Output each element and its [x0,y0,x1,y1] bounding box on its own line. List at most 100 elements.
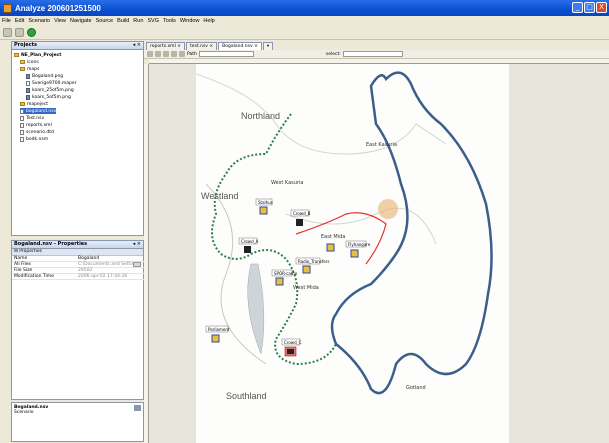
file-icon [20,136,24,142]
panel-controls-icon[interactable]: ◂ × [133,42,141,49]
unit-east-mida[interactable]: East Mida [321,234,345,252]
panel-controls-icon[interactable]: ◂ × [133,241,141,248]
tree-item[interactable]: bodk.nsm [20,136,48,142]
tree-item[interactable]: reports.xml [20,122,52,128]
window-title: Analyze 200601251500 [15,3,101,13]
tree-item[interactable]: icons [20,59,39,65]
properties-panel-title: Bogaland.nsv - Properties [14,241,88,247]
file-icon [20,122,24,128]
zoom-in-icon[interactable] [163,51,169,57]
tree-item-label: bodk.nsm [26,136,49,142]
properties-panel-header: Bogaland.nsv - Properties ◂ × [12,241,143,249]
map-canvas[interactable]: Northland Westland Southland West Kasuri… [149,64,609,443]
description-panel: Bogaland.nsv Scenario [11,402,144,442]
pan-icon[interactable] [155,51,161,57]
menu-bar: File Edit Scenario View Navigate Source … [0,16,609,26]
select-dropdown[interactable] [342,51,403,57]
tree-item-label: bogaland.nsv [26,108,57,114]
region-label-southland: Southland [226,391,267,401]
unit-radio-transfers[interactable]: Radio_Transfers [295,257,329,274]
description-subtitle: Scenario [14,410,34,415]
tree-item[interactable]: bogaland.nsv [20,108,57,114]
property-name: All Files [14,262,31,267]
map-sheet[interactable]: Northland Westland Southland West Kasuri… [196,64,509,443]
properties-section-header: ⊟ Properties [12,249,143,256]
tree-item[interactable]: maps [20,66,39,72]
maximize-button[interactable]: □ [584,2,595,13]
image-icon [26,94,30,100]
map-toolbar: Path select: [144,50,609,59]
projects-panel: Projects ◂ × NE_Plan_Project icons maps Bog… [11,41,144,236]
menu-run[interactable]: Run [133,18,143,24]
menu-help[interactable]: Help [203,18,214,24]
map-svg[interactable]: Northland Westland Southland West Kasuri… [196,64,509,443]
svg-text:Crowd_B: Crowd_B [293,211,311,216]
tab-test-nsv[interactable]: test.nsv × [186,42,218,50]
menu-build[interactable]: Build [117,18,129,24]
tree-item[interactable]: mapeject [20,101,48,107]
region-label-gotland: Gotland [406,385,426,391]
menu-file[interactable]: File [2,18,11,24]
unit-parliament[interactable]: Parliament [205,325,230,343]
svg-text:Stalhus: Stalhus [258,200,273,205]
unit-crowd-b[interactable]: Crowd_B [290,209,311,226]
tree-item[interactable]: Sverige9700.maper [26,80,77,86]
tab-reports-xml[interactable]: reports.xml × [146,42,186,50]
collapse-icon[interactable]: ⊟ [14,249,18,254]
main-toolbar [0,26,609,40]
region-label-east-kasuria: East Kasuria [366,142,397,148]
menu-svg[interactable]: SVG [147,18,159,24]
menu-view[interactable]: View [54,18,66,24]
tab-list-button[interactable]: ▾ [262,42,274,50]
browse-button[interactable] [133,262,141,267]
svg-text:Flyhangare: Flyhangare [348,242,371,247]
tree-item[interactable]: koars_5of5m.png [26,94,71,100]
tree-item-label: maps [27,66,40,72]
menu-window[interactable]: Window [180,18,200,24]
tree-item[interactable]: NE_Plan_Project [14,52,61,58]
zoom-out-icon[interactable] [171,51,177,57]
layer-dropdown[interactable] [198,51,254,57]
menu-scenario[interactable]: Scenario [28,18,50,24]
tree-item-label: Sverige9700.maper [32,80,77,86]
unit-spor-camp[interactable]: SPOR-camp [271,269,298,286]
folder-icon [14,53,19,57]
open-icon[interactable] [15,28,24,37]
city-area [378,199,398,219]
select-label: select: [325,51,341,57]
tree-item[interactable]: koars_25of5m.png [26,87,74,93]
tree-item-label: mapeject [27,101,49,107]
menu-source[interactable]: Source [96,18,113,24]
help-icon[interactable] [134,405,141,411]
tab-bogaland-nsv[interactable]: Bogaland.nsv × [218,42,262,50]
minimize-button[interactable]: _ [572,2,583,13]
tree-item-label: icons [27,59,39,65]
layer-label: Path [187,51,197,57]
unit-crowd-c[interactable]: Crowd_C [281,338,302,357]
menu-navigate[interactable]: Navigate [70,18,92,24]
editor-tab-bar: reports.xml × test.nsv × Bogaland.nsv × … [144,41,609,50]
unit-stalhus[interactable]: Stalhus [255,198,273,215]
new-icon[interactable] [3,28,12,37]
run-icon[interactable] [27,28,36,37]
pointer-icon[interactable] [147,51,153,57]
menu-tools[interactable]: Tools [163,18,176,24]
projects-panel-title: Projects [14,42,38,48]
app-icon [3,3,12,13]
unit-flyhangare[interactable]: Flyhangare [345,240,371,258]
svg-text:East Mida: East Mida [321,234,345,240]
menu-edit[interactable]: Edit [15,18,24,24]
property-name: File Size [14,268,33,273]
close-button[interactable]: X [596,2,607,13]
property-row[interactable]: Modification Time 2006-apr-02 17:44:26 [12,274,149,280]
tree-item[interactable]: scenario.dtd [20,129,54,135]
tree-item[interactable]: Bogaland.png [26,73,63,79]
property-value: Bogaland [78,256,100,261]
svg-text:Parliament: Parliament [208,327,230,332]
path-tool-icon[interactable] [179,51,185,57]
unit-crowd-a[interactable]: Crowd_A [238,237,259,253]
tree-item[interactable]: Test.nsv [20,115,44,121]
property-name: Modification Time [14,274,54,279]
property-name: Name [14,256,28,261]
file-icon [20,115,24,121]
